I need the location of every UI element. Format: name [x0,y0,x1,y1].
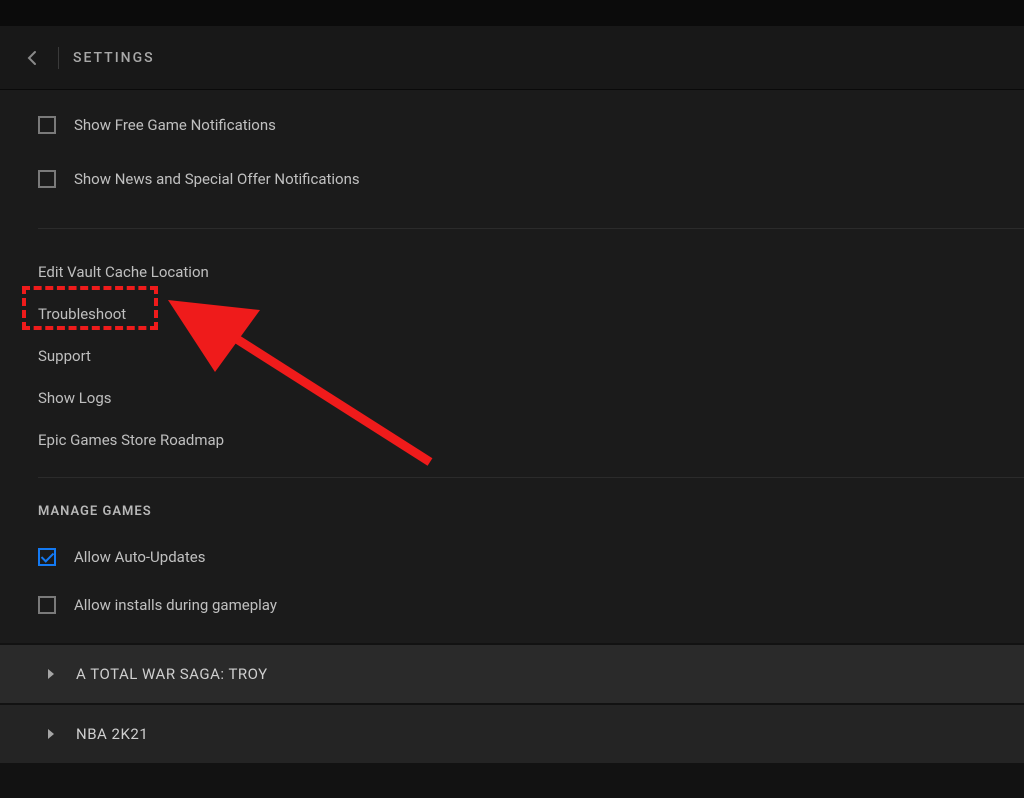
game-row-nba2k21[interactable]: NBA 2K21 [0,703,1024,763]
header-bar: SETTINGS [0,26,1024,90]
setting-row-installs-gameplay[interactable]: Allow installs during gameplay [38,581,1024,629]
checkbox-news-offer[interactable] [38,170,56,188]
setting-row-free-game-notif[interactable]: Show Free Game Notifications [38,98,1024,152]
label-auto-updates: Allow Auto-Updates [74,548,205,566]
page-title: SETTINGS [73,50,155,66]
game-row-troy[interactable]: A TOTAL WAR SAGA: TROY [0,643,1024,703]
label-news-offer: Show News and Special Offer Notification… [74,170,360,188]
setting-row-auto-updates[interactable]: Allow Auto-Updates [38,533,1024,581]
label-installs-gameplay: Allow installs during gameplay [74,596,277,614]
link-label: Support [38,347,91,365]
section-title-manage-games: MANAGE GAMES [38,504,1024,519]
divider [38,228,1024,229]
divider [58,47,59,69]
link-edit-vault-cache[interactable]: Edit Vault Cache Location [38,251,1024,293]
link-label: Epic Games Store Roadmap [38,431,224,449]
divider [38,477,1024,478]
chevron-right-icon [48,729,54,739]
link-label: Show Logs [38,389,112,407]
link-roadmap[interactable]: Epic Games Store Roadmap [38,419,1024,461]
link-show-logs[interactable]: Show Logs [38,377,1024,419]
window-topbar [0,0,1024,26]
link-troubleshoot[interactable]: Troubleshoot [38,293,1024,335]
link-label: Edit Vault Cache Location [38,263,209,281]
checkbox-free-game[interactable] [38,116,56,134]
link-label: Troubleshoot [38,305,126,323]
game-label: NBA 2K21 [76,725,148,743]
checkbox-installs-gameplay[interactable] [38,596,56,614]
chevron-left-icon [27,50,37,66]
game-label: A TOTAL WAR SAGA: TROY [76,665,268,683]
chevron-right-icon [48,669,54,679]
setting-row-news-offer-notif[interactable]: Show News and Special Offer Notification… [38,152,1024,206]
checkbox-auto-updates[interactable] [38,548,56,566]
link-support[interactable]: Support [38,335,1024,377]
settings-content: Show Free Game Notifications Show News a… [0,90,1024,763]
label-free-game: Show Free Game Notifications [74,116,276,134]
back-button[interactable] [20,46,44,70]
